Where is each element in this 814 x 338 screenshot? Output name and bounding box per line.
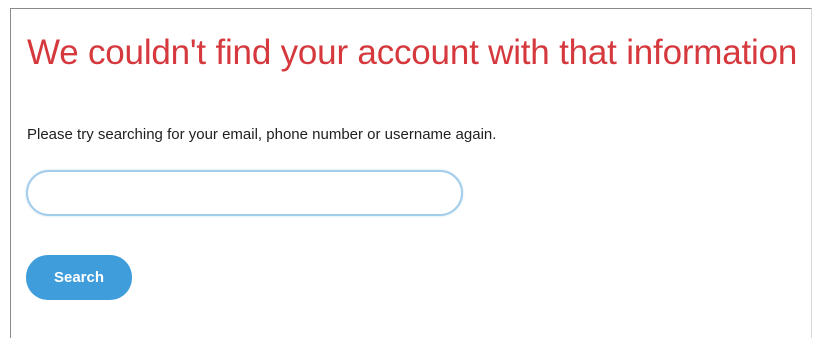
- search-button[interactable]: Search: [26, 255, 132, 300]
- page-title: We couldn't find your account with that …: [27, 33, 798, 72]
- account-search-panel: We couldn't find your account with that …: [10, 8, 812, 338]
- search-input[interactable]: [26, 170, 463, 216]
- instructions-text: Please try searching for your email, pho…: [27, 126, 497, 143]
